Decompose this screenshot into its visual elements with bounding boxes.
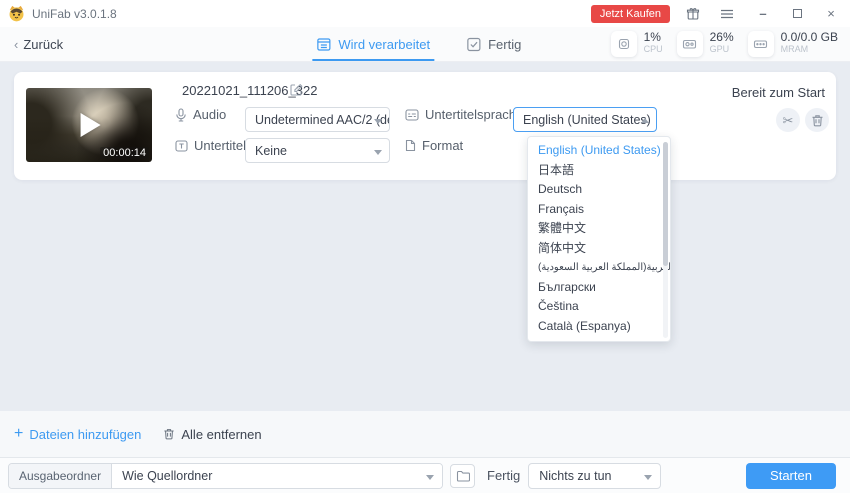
close-icon[interactable]: × (822, 7, 840, 20)
audio-select[interactable]: Undetermined AAC/2 (defa (245, 107, 390, 132)
minimize-icon[interactable]: – (754, 7, 772, 20)
processing-list-icon (317, 37, 331, 51)
subtitle-icon (175, 139, 188, 152)
scrollbar-thumb[interactable] (663, 142, 668, 266)
video-thumbnail[interactable]: 00:00:14 (26, 88, 152, 162)
browse-folder-button[interactable] (450, 463, 475, 488)
status-text: Bereit zum Start (731, 85, 825, 100)
output-bar: Ausgabeordner Wie Quellordner Fertig Nic… (0, 458, 850, 493)
trash-icon (164, 429, 174, 440)
unifab-logo-icon (9, 5, 24, 22)
chevron-down-icon (374, 119, 382, 124)
toolbar: ‹ Zurück Wird verarbeitet Fertig 1% CPU … (0, 27, 850, 62)
scissors-icon: ✂ (782, 112, 794, 128)
play-icon[interactable] (80, 113, 101, 137)
format-label: Format (405, 138, 463, 153)
active-tab-underline (312, 59, 435, 61)
language-option[interactable]: English (United States) (528, 141, 670, 161)
output-folder-group: Ausgabeordner Wie Quellordner (8, 462, 443, 489)
buy-now-button[interactable]: Jetzt Kaufen (590, 4, 670, 23)
chevron-down-icon (644, 474, 653, 480)
trim-button[interactable]: ✂ (776, 108, 800, 132)
file-card: 00:00:14 20221021_111206_322 Audio Undet… (14, 72, 836, 342)
when-done-label: Fertig (487, 468, 521, 483)
subtitle-label: Untertitel (175, 138, 246, 153)
unifab-window: UniFab v3.0.1.8 Jetzt Kaufen – × ‹ Zurüc… (0, 0, 850, 493)
tab-processing[interactable]: Wird verarbeitet (312, 27, 435, 61)
output-folder-select[interactable]: Wie Quellordner (112, 463, 442, 488)
delete-button[interactable] (805, 108, 829, 132)
language-option[interactable]: Català (Espanya) (528, 317, 670, 337)
language-option[interactable]: 繁體中文 (528, 219, 670, 239)
video-duration: 00:00:14 (100, 147, 149, 159)
maximize-icon[interactable] (788, 7, 806, 20)
menu-icon[interactable] (720, 8, 738, 20)
mram-stat: 0.0/0.0 GB MRAM (747, 31, 838, 57)
folder-icon (456, 470, 470, 482)
tab-finished[interactable]: Fertig (466, 27, 521, 61)
ram-icon (747, 31, 774, 57)
app-title: UniFab v3.0.1.8 (32, 6, 117, 21)
plus-icon: + (14, 425, 24, 442)
output-folder-label: Ausgabeordner (9, 463, 113, 488)
cpu-icon (610, 31, 637, 57)
resource-stats: 1% CPU 26% GPU 0.0/0.0 GB MRAM (610, 31, 850, 57)
chevron-up-icon (641, 118, 649, 123)
language-option[interactable]: 日本語 (528, 161, 670, 181)
language-option[interactable]: العربية(المملكة العربية السعودية) (528, 258, 670, 278)
language-option[interactable]: Български (528, 278, 670, 298)
trash-icon (812, 114, 822, 126)
add-files-button[interactable]: + Dateien hinzufügen (14, 426, 141, 442)
tab-bar: Wird verarbeitet Fertig (312, 27, 521, 61)
back-button[interactable]: ‹ Zurück (0, 37, 63, 52)
file-icon (405, 139, 416, 152)
remove-all-button[interactable]: Alle entfernen (163, 427, 262, 442)
main-area: 00:00:14 20221021_111206_322 Audio Undet… (0, 62, 850, 411)
language-option[interactable]: 简体中文 (528, 239, 670, 259)
language-option[interactable]: Deutsch (528, 180, 670, 200)
checkbox-check-icon (467, 37, 481, 51)
gift-icon[interactable] (686, 7, 704, 21)
chevron-left-icon: ‹ (14, 36, 19, 52)
subtitle-language-icon (405, 108, 419, 121)
language-option[interactable]: Français (528, 200, 670, 220)
chevron-down-icon (374, 150, 382, 155)
gpu-stat: 26% GPU (676, 31, 734, 57)
file-actions-bar: + Dateien hinzufügen Alle entfernen (0, 411, 850, 458)
microphone-icon (176, 107, 186, 122)
subtitle-language-label: Untertitelsprache (405, 107, 523, 122)
gpu-icon (676, 31, 703, 57)
chevron-down-icon (426, 474, 434, 480)
subtitle-language-select[interactable]: English (United States) (513, 107, 657, 132)
start-button[interactable]: Starten (746, 462, 836, 489)
audio-label: Audio (175, 107, 226, 122)
dropdown-scrollbar[interactable] (663, 142, 668, 338)
language-dropdown: English (United States) 日本語 Deutsch Fran… (527, 136, 671, 342)
titlebar: UniFab v3.0.1.8 Jetzt Kaufen – × (0, 0, 850, 27)
cpu-stat: 1% CPU (610, 31, 663, 57)
when-done-select[interactable]: Nichts zu tun (528, 462, 662, 489)
subtitle-select[interactable]: Keine (245, 138, 390, 163)
language-option[interactable]: Čeština (528, 297, 670, 317)
rename-icon[interactable] (290, 83, 303, 96)
